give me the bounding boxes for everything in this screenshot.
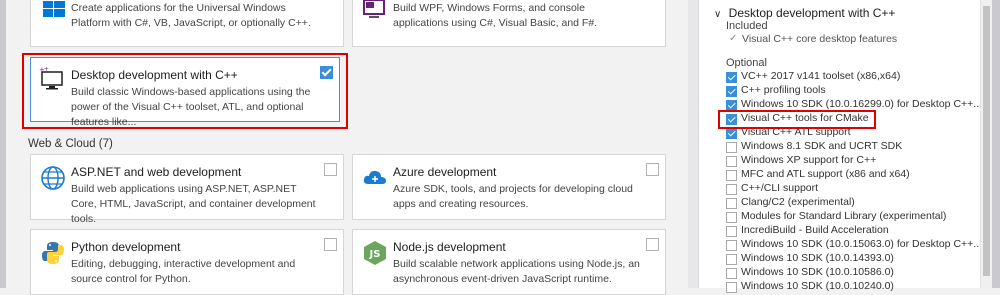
workloads-pane: Create applications for the Universal Wi… bbox=[0, 0, 688, 295]
workload-checkbox[interactable] bbox=[320, 66, 333, 79]
section-header-web-cloud: Web & Cloud (7) bbox=[28, 138, 113, 150]
component-label: C++/CLI support bbox=[741, 182, 819, 194]
component-checkbox[interactable] bbox=[726, 72, 737, 83]
nodejs-icon: JS bbox=[362, 240, 388, 266]
workload-checkbox[interactable] bbox=[324, 238, 337, 251]
component-checkbox[interactable] bbox=[726, 170, 737, 181]
workload-card-azure[interactable]: Azure development Azure SDK, tools, and … bbox=[352, 154, 666, 220]
component-checkbox[interactable] bbox=[726, 114, 737, 125]
component-label: VC++ 2017 v141 toolset (x86,x64) bbox=[741, 70, 901, 82]
workload-description: Build scalable network applications usin… bbox=[393, 258, 640, 285]
workload-checkbox[interactable] bbox=[646, 238, 659, 251]
details-header-label: Desktop development with C++ bbox=[728, 6, 896, 20]
svg-text:+: + bbox=[44, 66, 49, 73]
details-header[interactable]: ∨ Desktop development with C++ bbox=[714, 6, 895, 20]
component-checkbox[interactable] bbox=[726, 142, 737, 153]
workload-description: Build web applications using ASP.NET, AS… bbox=[71, 183, 316, 225]
workload-card-dotnet-desktop[interactable]: Build WPF, Windows Forms, and console ap… bbox=[352, 0, 666, 47]
component-checkbox[interactable] bbox=[726, 198, 737, 209]
workload-title: Python development bbox=[71, 240, 181, 254]
workload-description: Azure SDK, tools, and projects for devel… bbox=[393, 183, 633, 210]
workload-title: Node.js development bbox=[393, 240, 506, 254]
component-checkbox[interactable] bbox=[726, 254, 737, 265]
workload-description: Editing, debugging, interactive developm… bbox=[71, 258, 296, 285]
desktop-cpp-icon: + + bbox=[39, 66, 65, 92]
svg-text:JS: JS bbox=[369, 249, 381, 260]
component-checkbox[interactable] bbox=[726, 128, 737, 139]
panel-divider bbox=[688, 0, 698, 288]
included-label: Included bbox=[726, 20, 768, 32]
workload-description: Build classic Windows-based applications… bbox=[71, 86, 311, 128]
component-checkbox[interactable] bbox=[726, 240, 737, 251]
workload-checkbox[interactable] bbox=[646, 163, 659, 176]
component-checkbox[interactable] bbox=[726, 212, 737, 223]
workload-card-python[interactable]: Python development Editing, debugging, i… bbox=[30, 229, 344, 295]
component-label: Visual C++ ATL support bbox=[741, 126, 851, 138]
component-label: Clang/C2 (experimental) bbox=[741, 196, 855, 208]
optional-label: Optional bbox=[726, 57, 767, 69]
component-checkbox[interactable] bbox=[726, 156, 737, 167]
globe-icon bbox=[40, 165, 66, 191]
workload-title: Desktop development with C++ bbox=[71, 68, 238, 82]
workload-card-aspnet[interactable]: ASP.NET and web development Build web ap… bbox=[30, 154, 344, 225]
scrollbar-thumb[interactable] bbox=[983, 6, 990, 276]
workload-card-uwp[interactable]: Create applications for the Universal Wi… bbox=[30, 0, 344, 47]
component-label: C++ profiling tools bbox=[741, 84, 826, 96]
checkmark-icon: ✓ bbox=[729, 33, 738, 44]
dotnet-desktop-icon bbox=[363, 0, 387, 21]
component-label: Modules for Standard Library (experiment… bbox=[741, 210, 947, 222]
python-icon bbox=[40, 240, 66, 266]
azure-cloud-icon bbox=[362, 165, 388, 191]
component-label: Windows XP support for C++ bbox=[741, 154, 877, 166]
workload-title: Azure development bbox=[393, 165, 497, 179]
component-label: Windows 10 SDK (10.0.16299.0) for Deskto… bbox=[741, 98, 983, 110]
window-border bbox=[992, 0, 1000, 288]
window-border bbox=[0, 0, 6, 288]
workload-title: ASP.NET and web development bbox=[71, 165, 242, 179]
component-label: Visual C++ tools for CMake bbox=[741, 112, 869, 124]
component-label: IncrediBuild - Build Acceleration bbox=[741, 224, 889, 236]
component-checkbox[interactable] bbox=[726, 86, 737, 97]
component-label: Windows 10 SDK (10.0.15063.0) for Deskto… bbox=[741, 238, 983, 250]
component-label: Windows 10 SDK (10.0.14393.0) bbox=[741, 252, 894, 264]
workload-description: Build WPF, Windows Forms, and console ap… bbox=[393, 2, 598, 29]
workload-card-desktop-cpp[interactable]: + + Desktop development with C++ Build cl… bbox=[30, 57, 340, 128]
included-item: Visual C++ core desktop features bbox=[742, 33, 898, 45]
component-checkbox[interactable] bbox=[726, 184, 737, 195]
workload-card-nodejs[interactable]: JS Node.js development Build scalable ne… bbox=[352, 229, 666, 295]
chevron-down-icon: ∨ bbox=[714, 9, 722, 20]
component-checkbox[interactable] bbox=[726, 226, 737, 237]
component-label: MFC and ATL support (x86 and x64) bbox=[741, 168, 910, 180]
component-checkbox[interactable] bbox=[726, 100, 737, 111]
component-checkbox[interactable] bbox=[726, 268, 737, 279]
component-label: Windows 8.1 SDK and UCRT SDK bbox=[741, 140, 903, 152]
component-label: Windows 10 SDK (10.0.10240.0) bbox=[741, 280, 894, 292]
workload-checkbox[interactable] bbox=[324, 163, 337, 176]
component-label: Windows 10 SDK (10.0.10586.0) bbox=[741, 266, 894, 278]
workload-description: Create applications for the Universal Wi… bbox=[71, 2, 311, 29]
windows-icon bbox=[43, 1, 65, 17]
